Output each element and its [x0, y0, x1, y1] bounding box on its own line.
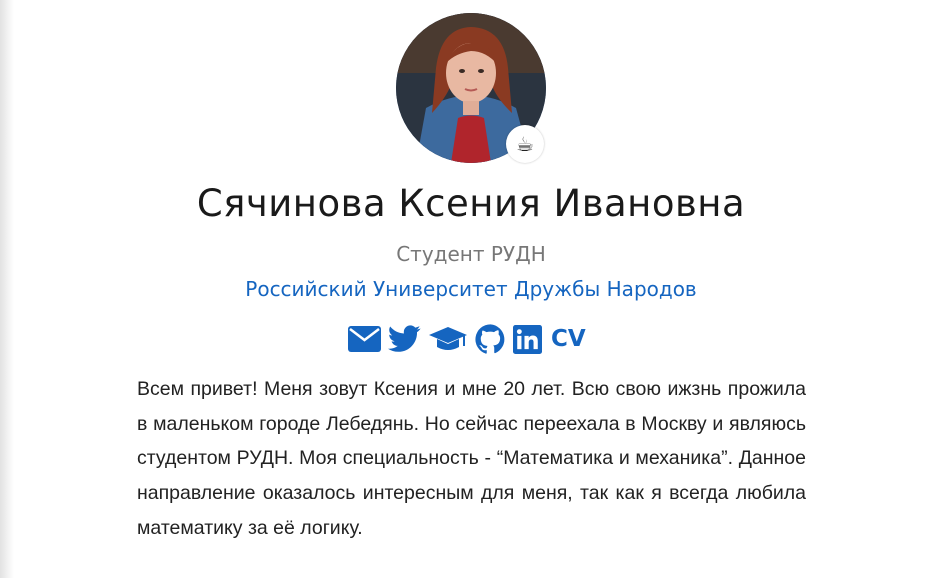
scholar-link[interactable]: [428, 325, 468, 353]
email-link[interactable]: [348, 326, 381, 352]
profile-name: Сячинова Ксения Ивановна: [196, 182, 746, 225]
twitter-icon: [388, 325, 421, 352]
social-links: CV: [348, 322, 593, 356]
cv-link[interactable]: CV: [551, 326, 586, 352]
github-link[interactable]: [475, 324, 506, 354]
envelope-icon: [348, 326, 381, 352]
twitter-link[interactable]: [388, 325, 421, 353]
linkedin-link[interactable]: [513, 324, 542, 354]
organization-link[interactable]: Российский Университет Дружбы Народов: [0, 277, 926, 301]
github-icon: [475, 324, 505, 354]
status-emoji-badge: ☕: [506, 125, 544, 163]
coffee-icon: ☕: [516, 132, 534, 156]
profile-role: Студент РУДН: [396, 242, 546, 266]
bio-text: Всем привет! Меня зовут Ксения и мне 20 …: [137, 378, 806, 539]
avatar-container: ☕: [396, 13, 546, 163]
graduation-cap-icon: [429, 327, 467, 350]
linkedin-icon: [513, 324, 542, 354]
